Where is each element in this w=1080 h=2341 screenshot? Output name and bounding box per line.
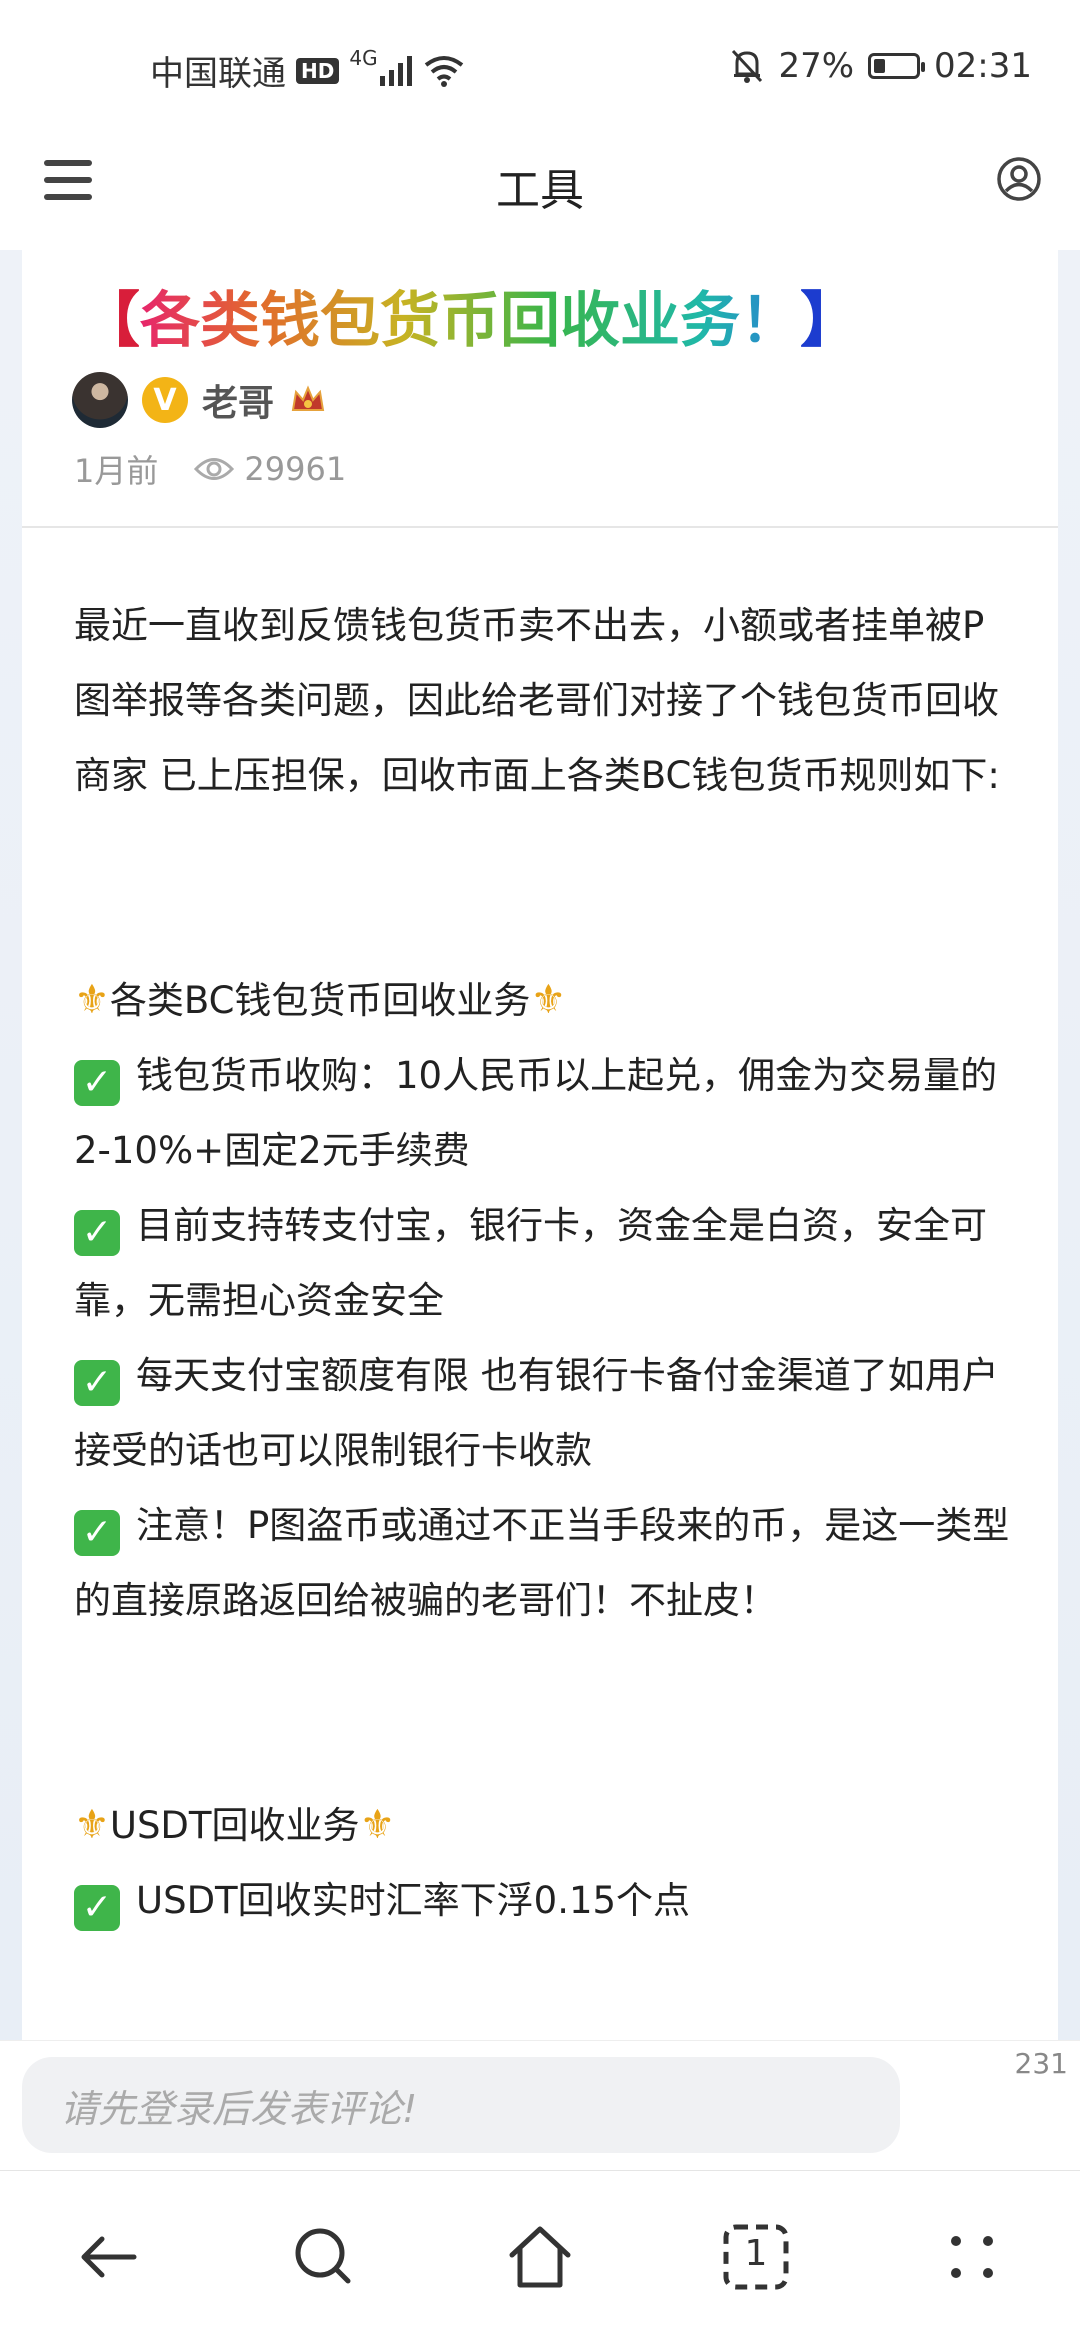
avatar[interactable] <box>72 372 128 428</box>
check-icon: ✓ <box>74 1510 120 1556</box>
section-heading: ⚜ USDT回收业务 ⚜ <box>74 1788 1014 1863</box>
wifi-icon <box>424 55 463 87</box>
clock: 02:31 <box>934 46 1032 86</box>
crown-icon <box>291 385 325 411</box>
check-icon: ✓ <box>74 1360 120 1406</box>
battery-icon <box>868 53 926 79</box>
signal-icon <box>379 55 412 86</box>
carrier-name: 中国联通 <box>150 54 286 94</box>
list-item-text: 注意！P图盗币或通过不正当手段来的币，是这一类型的直接原路返回给被骗的老哥们！不… <box>74 1504 1010 1622</box>
list-item: ✓ 每天支付宝额度有限 也有银行卡备付金渠道了如用户接受的话也可以限制银行卡收款 <box>74 1338 1014 1488</box>
user-icon[interactable] <box>996 156 1042 202</box>
fleur-de-lis-icon: ⚜ <box>359 1802 396 1848</box>
list-item: ✓ 钱包货币收购：10人民币以上起兑，佣金为交易量的2-10%+固定2元手续费 <box>74 1038 1014 1188</box>
post-meta: 1月前 29961 <box>74 446 346 492</box>
fleur-de-lis-icon: ⚜ <box>74 1802 110 1848</box>
search-icon[interactable] <box>288 2221 360 2293</box>
battery-fill <box>874 59 885 73</box>
home-icon[interactable] <box>504 2221 576 2293</box>
author-row[interactable]: V 老哥 <box>72 372 328 428</box>
list-item: ✓ 注意！P图盗币或通过不正当手段来的币，是这一类型的直接原路返回给被骗的老哥们！… <box>74 1488 1014 1638</box>
browser-nav-bar: 1 <box>0 2170 1080 2341</box>
eye-icon <box>194 458 235 480</box>
list-item-text: 钱包货币收购：10人民币以上起兑，佣金为交易量的2-10%+固定2元手续费 <box>74 1054 998 1172</box>
hd-badge: HD <box>296 57 340 84</box>
tabs-button[interactable]: 1 <box>720 2221 792 2293</box>
app-header: 工具 <box>0 130 1080 250</box>
list-item-text: USDT回收实时汇率下浮0.15个点 <box>136 1879 691 1922</box>
battery-percent: 27% <box>778 46 855 86</box>
more-icon[interactable] <box>936 2221 1008 2293</box>
comment-input[interactable]: 请先登录后发表评论! <box>22 2057 900 2153</box>
list-item-text: 每天支付宝额度有限 也有银行卡备付金渠道了如用户接受的话也可以限制银行卡收款 <box>74 1354 999 1472</box>
title-text: 各类钱包货币回收业务！ <box>140 286 800 356</box>
list-item: ✓ USDT回收实时汇率下浮0.15个点 <box>74 1863 1014 1938</box>
post-body: 最近一直收到反馈钱包货币卖不出去，小额或者挂单被P图举报等各类问题，因此给老哥们… <box>74 588 1014 1938</box>
divider <box>22 526 1058 528</box>
intro-paragraph: 最近一直收到反馈钱包货币卖不出去，小额或者挂单被P图举报等各类问题，因此给老哥们… <box>74 604 1000 797</box>
list-item-text: 目前支持转支付宝，银行卡，资金全是白资，安全可靠，无需担心资金安全 <box>74 1204 987 1322</box>
author-name[interactable]: 老哥 <box>202 374 274 426</box>
title-bracket-open: 【 <box>80 286 140 356</box>
network-type: 4G <box>349 46 378 70</box>
section-heading-text: USDT回收业务 <box>109 1804 360 1847</box>
post-time: 1月前 <box>74 452 159 490</box>
section-heading: ⚜ 各类BC钱包货币回收业务 ⚜ <box>74 963 1014 1038</box>
mute-bell-icon <box>732 49 763 83</box>
verified-badge: V <box>142 377 188 423</box>
list-item: ✓ 目前支持转支付宝，银行卡，资金全是白资，安全可靠，无需担心资金安全 <box>74 1188 1014 1338</box>
fleur-de-lis-icon: ⚜ <box>530 977 567 1023</box>
comment-bar: 请先登录后发表评论! 231 <box>0 2040 1080 2171</box>
page-title: 工具 <box>496 165 584 216</box>
title-bracket-close: 】 <box>800 286 860 356</box>
view-count: 29961 <box>194 450 346 488</box>
check-icon: ✓ <box>74 1885 120 1931</box>
tab-count: 1 <box>744 2233 768 2274</box>
carrier-info: 中国联通 HD 4G <box>150 46 464 95</box>
check-icon: ✓ <box>74 1060 120 1106</box>
comment-count[interactable]: 231 <box>1015 2047 1068 2080</box>
status-right: 27% 02:31 <box>730 46 1032 86</box>
post-title: 【各类钱包货币回收业务！】 <box>80 272 860 359</box>
fleur-de-lis-icon: ⚜ <box>74 977 110 1023</box>
back-arrow-icon[interactable] <box>72 2221 144 2293</box>
check-icon: ✓ <box>74 1210 120 1256</box>
view-count-value: 29961 <box>244 450 347 488</box>
status-bar: 中国联通 HD 4G 27% 02:31 <box>0 0 1080 130</box>
section-heading-text: 各类BC钱包货币回收业务 <box>109 979 531 1022</box>
